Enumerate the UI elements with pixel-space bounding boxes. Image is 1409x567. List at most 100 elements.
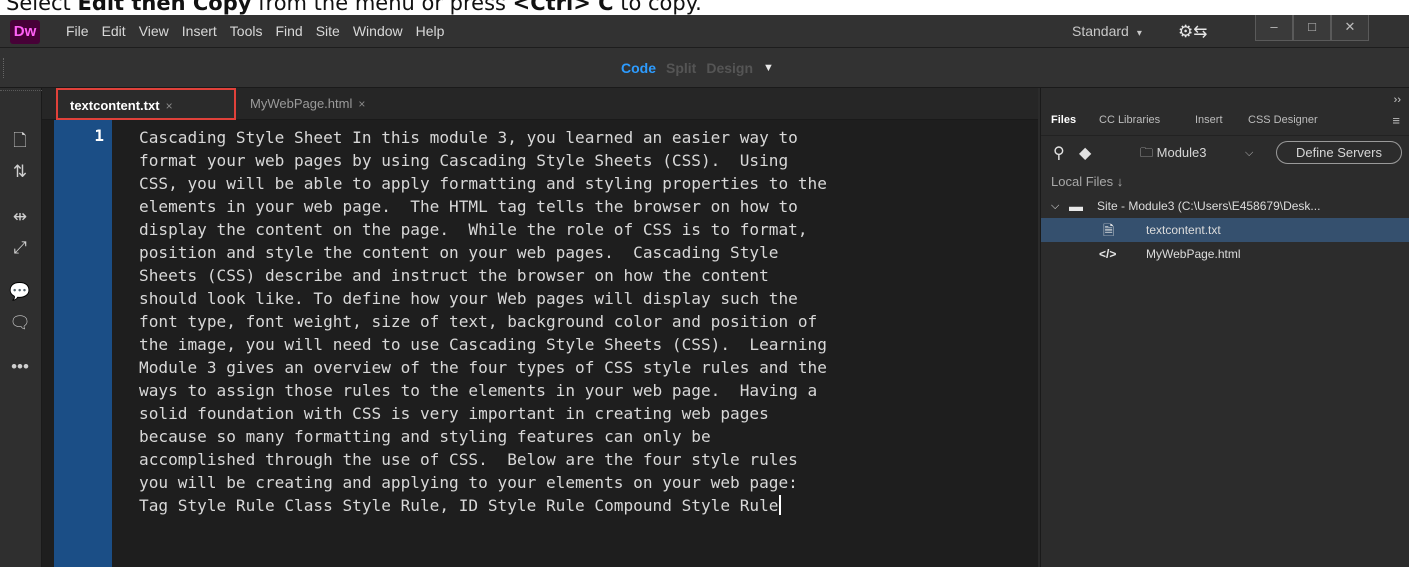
menu-items: File Edit View Insert Tools Find Site Wi…: [66, 15, 457, 48]
collapse-panel-icon[interactable]: ››: [1394, 94, 1401, 106]
panel-tabs: Files CC Libraries Insert CSS Designer ≡: [1041, 108, 1409, 136]
window-controls: – □ ✕: [1255, 15, 1369, 41]
document-toolbar: Code Split Design ▼: [0, 48, 1409, 88]
view-switcher: Code Split Design ▼: [621, 48, 784, 88]
code-line: Module 3 gives an overview of the four t…: [139, 358, 827, 377]
code-file-icon: </>: [1099, 247, 1117, 261]
menu-window[interactable]: Window: [353, 15, 403, 48]
line-number: 1: [94, 126, 104, 145]
tab-mywebpage[interactable]: MyWebPage.html ×: [238, 88, 374, 120]
menu-file[interactable]: File: [66, 15, 89, 48]
design-view-button[interactable]: Design: [706, 48, 753, 88]
tree-file-textcontent[interactable]: 🗎 textcontent.txt: [1041, 218, 1409, 242]
chevron-down-icon: ▾: [1136, 28, 1142, 39]
apply-comment-icon[interactable]: 💬: [7, 281, 33, 303]
code-line: because so many formatting and styling f…: [139, 427, 711, 446]
minimize-button[interactable]: –: [1255, 15, 1293, 41]
panel-menu-icon[interactable]: ≡: [1392, 113, 1400, 128]
tree-site-root[interactable]: ⌵ ▬ Site - Module3 (C:\Users\E458679\Des…: [1041, 194, 1409, 218]
tree-file-mywebpage[interactable]: </> MyWebPage.html: [1041, 242, 1409, 266]
document-tab-bar: textcontent.txt × MyWebPage.html ×: [42, 88, 1038, 120]
code-text[interactable]: Cascading Style Sheet In this module 3, …: [139, 126, 1029, 517]
workspace-label: Standard: [1072, 23, 1129, 39]
menu-view[interactable]: View: [139, 15, 169, 48]
code-line: CSS, you will be able to apply formattin…: [139, 174, 827, 193]
menu-insert[interactable]: Insert: [182, 15, 217, 48]
code-line: Cascading Style Sheet In this module 3, …: [139, 128, 798, 147]
files-panel: ›› Files CC Libraries Insert CSS Designe…: [1040, 88, 1409, 567]
sync-settings-icon[interactable]: ⚙⇆: [1178, 22, 1207, 42]
menu-find[interactable]: Find: [275, 15, 302, 48]
code-view-button[interactable]: Code: [621, 48, 656, 88]
maximize-button[interactable]: □: [1293, 15, 1331, 41]
local-files-header[interactable]: Local Files ↓: [1051, 174, 1123, 189]
common-toolbar: 🗋 ⇅ ⇹ ⤢ 💬 🗨 •••: [0, 88, 42, 567]
local-files-label: Local Files: [1051, 174, 1114, 189]
git-icon[interactable]: ◆: [1079, 143, 1091, 163]
code-line: should look like. To define how your Web…: [139, 289, 798, 308]
code-line: font type, font weight, size of text, ba…: [139, 312, 818, 331]
sort-arrow-icon: ↓: [1116, 174, 1124, 189]
caption-bold-2: <Ctrl> C: [512, 0, 614, 15]
close-icon[interactable]: ×: [358, 97, 365, 111]
file-management-icon[interactable]: ⇅: [7, 161, 33, 183]
files-toolbar: ⚲ ◆ 🗀 Module3 ⌵ Define Servers: [1041, 138, 1409, 168]
caption-text-3: to copy.: [613, 0, 702, 15]
tab-files[interactable]: Files: [1051, 114, 1076, 126]
open-documents-icon[interactable]: 🗋: [7, 130, 33, 152]
dreamweaver-window: Dw File Edit View Insert Tools Find Site…: [0, 15, 1409, 567]
format-source-icon[interactable]: ⤢: [7, 237, 33, 259]
more-tools-icon[interactable]: •••: [7, 356, 33, 378]
chevron-down-icon[interactable]: ⌵: [1051, 194, 1059, 218]
menu-site[interactable]: Site: [316, 15, 340, 48]
code-line: the image, you will need to use Cascadin…: [139, 335, 827, 354]
line-number-gutter: 1: [54, 120, 112, 567]
remove-comment-icon[interactable]: 🗨: [7, 312, 33, 334]
caption-text-2: from the menu or press: [251, 0, 513, 15]
code-line-last: Tag Style Rule Class Style Rule, ID Styl…: [139, 494, 1029, 517]
define-servers-button[interactable]: Define Servers: [1276, 141, 1402, 164]
code-line: solid foundation with CSS is very import…: [139, 404, 769, 423]
dreamweaver-logo: Dw: [10, 20, 40, 44]
code-line: position and style the content on your w…: [139, 243, 779, 262]
code-line: elements in your web page. The HTML tag …: [139, 197, 798, 216]
code-editor[interactable]: 1 Cascading Style Sheet In this module 3…: [42, 120, 1038, 567]
tab-cc-libraries[interactable]: CC Libraries: [1099, 114, 1160, 126]
site-dropdown[interactable]: 🗀 Module3 ⌵: [1140, 142, 1266, 164]
code-line: you will be creating and applying to you…: [139, 473, 798, 492]
chevron-down-icon[interactable]: ▼: [763, 48, 774, 88]
code-line: Sheets (CSS) describe and instruct the b…: [139, 266, 769, 285]
code-line: accomplished through the use of CSS. Bel…: [139, 450, 798, 469]
file-label: MyWebPage.html: [1146, 247, 1241, 261]
menu-help[interactable]: Help: [416, 15, 445, 48]
tab-label: MyWebPage.html: [250, 96, 353, 111]
caption-text-1: Select: [6, 0, 78, 15]
tab-textcontent[interactable]: textcontent.txt ×: [56, 88, 236, 120]
code-line: Tag Style Rule Class Style Rule, ID Styl…: [139, 496, 779, 515]
workspace-switcher[interactable]: Standard ▾: [1072, 15, 1142, 48]
file-label: textcontent.txt: [1146, 223, 1221, 237]
toolbar-grip[interactable]: [0, 90, 42, 96]
expand-all-icon[interactable]: ⇹: [7, 206, 33, 228]
menu-tools[interactable]: Tools: [230, 15, 263, 48]
toolbar-grip[interactable]: [3, 58, 5, 78]
menu-bar: Dw File Edit View Insert Tools Find Site…: [0, 15, 1409, 48]
site-name: Module3: [1156, 145, 1207, 160]
connect-icon[interactable]: ⚲: [1053, 143, 1065, 163]
code-line: format your web pages by using Cascading…: [139, 151, 789, 170]
caption-bold-1: Edit then Copy: [77, 0, 252, 15]
close-button[interactable]: ✕: [1331, 15, 1369, 41]
close-icon[interactable]: ×: [166, 99, 173, 113]
site-root-label: Site - Module3 (C:\Users\E458679\Desk...: [1097, 199, 1321, 213]
menu-edit[interactable]: Edit: [102, 15, 126, 48]
tab-label: textcontent.txt: [70, 98, 160, 113]
tab-insert[interactable]: Insert: [1195, 114, 1223, 126]
tab-css-designer[interactable]: CSS Designer: [1248, 114, 1318, 126]
split-view-button[interactable]: Split: [666, 48, 696, 88]
text-cursor: [778, 495, 781, 515]
text-file-icon: 🗎: [1103, 222, 1115, 238]
folder-icon: ▬: [1069, 198, 1083, 214]
chevron-down-icon: ⌵: [1245, 147, 1254, 159]
code-line: display the content on the page. While t…: [139, 220, 808, 239]
folder-icon: 🗀: [1140, 145, 1154, 160]
